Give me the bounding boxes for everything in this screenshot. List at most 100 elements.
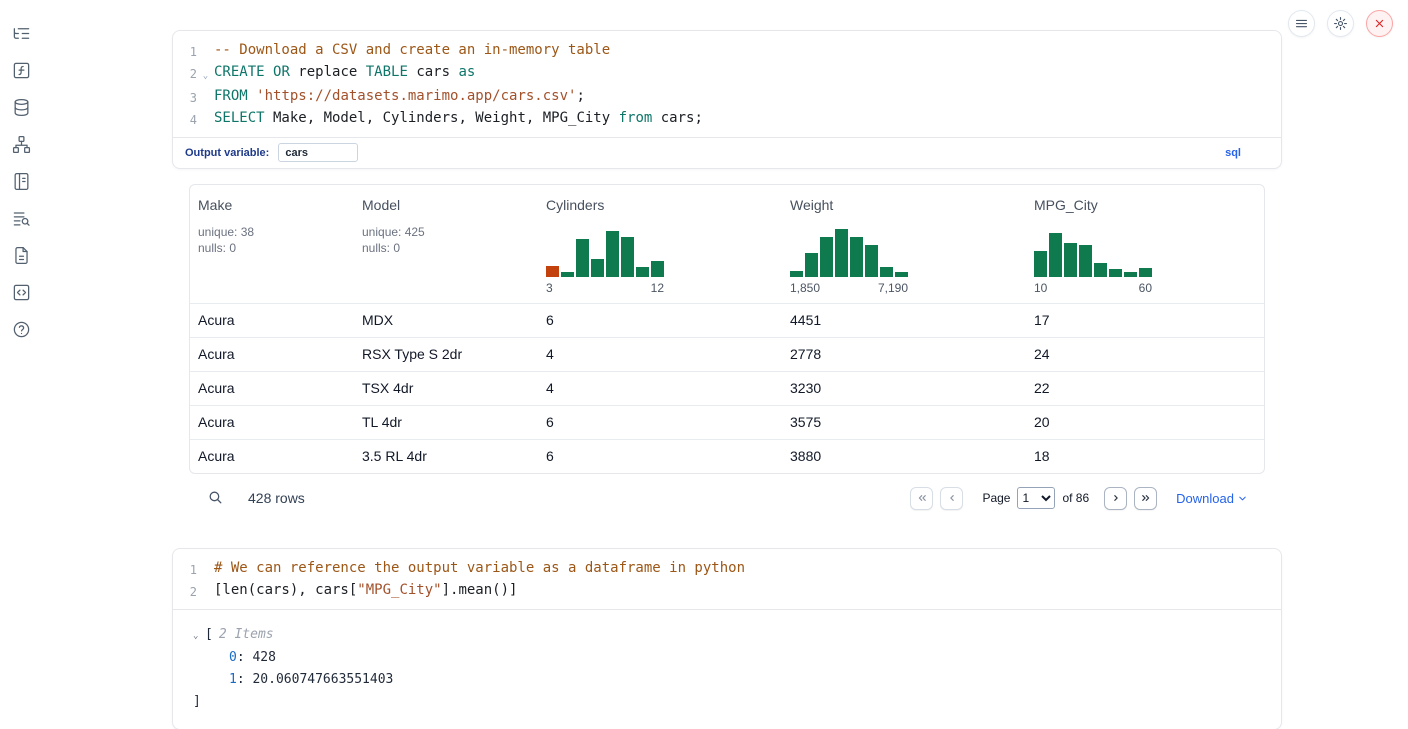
table-cell: 6 [538,304,782,337]
table-cell: 22 [1026,372,1264,405]
table-cell: MDX [354,304,538,337]
table-cell: 6 [538,440,782,473]
histogram-bar[interactable] [865,245,878,277]
sidebar-item-dependency-graph[interactable] [11,134,31,154]
pagination: Page 1 of 86 Download [910,487,1248,510]
prev-page-button[interactable] [940,487,963,510]
column-header-mpg_city[interactable]: MPG_City1060 [1026,185,1264,303]
sidebar-item-datasets[interactable] [11,97,31,117]
chevron-right-icon [1109,491,1123,505]
sql-code-editor[interactable]: 1-- Download a CSV and create an in-memo… [173,31,1281,137]
histogram-bar[interactable] [1094,263,1107,277]
histogram-bar[interactable] [651,261,664,277]
python-output-tree: ⌄[2 Items0: 4281: 20.060747663551403] [173,610,1281,729]
column-header-weight[interactable]: Weight1,8507,190 [782,185,1026,303]
table-cell: 24 [1026,338,1264,371]
last-page-button[interactable] [1134,487,1157,510]
histogram-bar[interactable] [591,259,604,277]
histogram-bar[interactable] [805,253,818,277]
download-button[interactable]: Download [1176,491,1248,506]
column-header-make[interactable]: Makeunique: 38nulls: 0 [190,185,354,303]
histogram-bar[interactable] [1034,251,1047,277]
row-count: 428 rows [248,490,305,506]
item-value: 428 [252,650,275,665]
histogram-bar[interactable] [1049,233,1062,277]
database-icon [12,98,31,117]
histogram-bar[interactable] [895,272,908,277]
table-cell: Acura [190,372,354,405]
download-label: Download [1176,491,1234,506]
histogram-bar[interactable] [880,267,893,277]
histogram-bar[interactable] [606,231,619,277]
column-histogram[interactable] [790,229,1018,277]
output-variable-input[interactable] [278,143,358,162]
table-cell: 4 [538,338,782,371]
table-row[interactable]: AcuraTL 4dr6357520 [190,405,1264,439]
histogram-bar[interactable] [835,229,848,277]
column-header-cylinders[interactable]: Cylinders312 [538,185,782,303]
sidebar-item-file-tree[interactable] [11,23,31,43]
table-row[interactable]: AcuraRSX Type S 2dr4277824 [190,337,1264,371]
table-row[interactable]: AcuraMDX6445117 [190,304,1264,337]
file-text-icon [12,246,31,265]
table-row[interactable]: AcuraTSX 4dr4323022 [190,371,1264,405]
first-page-button[interactable] [910,487,933,510]
histogram-bar[interactable] [1139,268,1152,277]
close-icon [1372,16,1387,31]
table-row[interactable]: Acura3.5 RL 4dr6388018 [190,439,1264,473]
search-button[interactable] [206,489,224,507]
shutdown-button[interactable] [1366,10,1393,37]
column-histogram[interactable] [1034,229,1256,277]
column-title: Weight [790,197,1018,213]
python-code-editor[interactable]: 1# We can reference the output variable … [173,549,1281,609]
histogram-bar[interactable] [790,271,803,277]
menu-button[interactable] [1288,10,1315,37]
language-badge: sql [1225,147,1241,159]
item-index: 0 [229,650,237,665]
function-square-icon [12,61,31,80]
sidebar-item-snippets[interactable] [11,245,31,265]
histogram-bar[interactable] [820,237,833,277]
column-header-model[interactable]: Model unique: 425nulls: 0 [354,185,538,303]
page-select[interactable]: 1 [1017,487,1055,509]
chevron-down-icon [1237,493,1248,504]
code-text: # We can reference the output variable a… [214,558,745,580]
next-page-button[interactable] [1104,487,1127,510]
line-number: 1 [173,40,197,62]
histogram-bar[interactable] [1079,245,1092,277]
histogram-bar[interactable] [621,237,634,277]
sidebar-item-outputs[interactable] [11,282,31,302]
histogram-bar[interactable] [546,266,559,277]
code-line: 2[len(cars), cars["MPG_City"].mean()] [173,580,1281,602]
column-title: Model [362,197,530,213]
item-index: 1 [229,672,237,687]
settings-button[interactable] [1327,10,1354,37]
sidebar-item-help[interactable] [11,319,31,339]
python-cell: 1 # We can reference the output variable … [172,548,1282,729]
histogram-bar[interactable] [850,237,863,277]
column-stats: unique: 38nulls: 0 [198,224,346,256]
output-list-close: ] [193,691,1265,713]
code-line: 2⌄CREATE OR replace TABLE cars as [173,62,1281,86]
table-cell: 4451 [782,304,1026,337]
table-cell: TSX 4dr [354,372,538,405]
sidebar-item-table-of-contents[interactable] [11,208,31,228]
page-label: Page [982,491,1010,505]
collapse-icon[interactable]: ⌄ [193,625,205,647]
sidebar-item-functions[interactable] [11,60,31,80]
histogram-bar[interactable] [576,239,589,277]
histogram-bar[interactable] [636,267,649,277]
histogram-bar[interactable] [1124,272,1137,277]
histogram-bar[interactable] [1109,269,1122,277]
sidebar-item-notebook[interactable] [11,171,31,191]
column-stats: unique: 425nulls: 0 [362,224,530,256]
menu-icon [1294,16,1309,31]
page-total: of 86 [1062,491,1089,505]
histogram-bar[interactable] [561,272,574,277]
fold-icon[interactable]: ⌄ [197,62,214,86]
histogram-bar[interactable] [1064,243,1077,277]
table-cell: 3.5 RL 4dr [354,440,538,473]
fold-gutter [197,40,214,62]
table-cell: 3575 [782,406,1026,439]
column-histogram[interactable] [546,229,774,277]
